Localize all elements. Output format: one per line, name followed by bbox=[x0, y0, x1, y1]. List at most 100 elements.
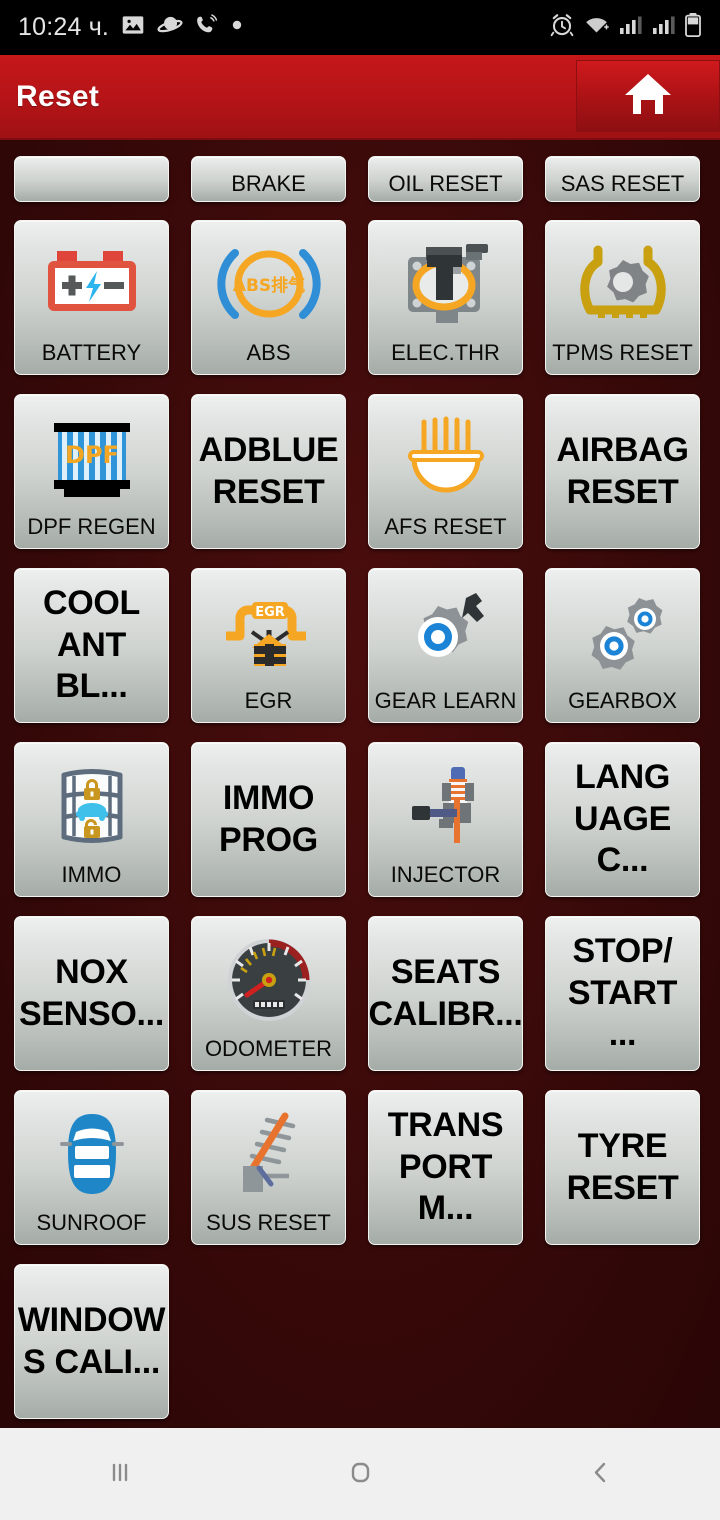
grid-cell: ABS排气 ABS bbox=[191, 220, 346, 375]
grid-cell: AFS RESET bbox=[368, 394, 523, 549]
immo-lock-icon bbox=[15, 743, 168, 863]
reset-button-sus-reset[interactable]: SUS RESET bbox=[191, 1090, 346, 1245]
reset-button-odometer[interactable]: ODOMETER bbox=[191, 916, 346, 1071]
reset-button-blank[interactable] bbox=[14, 156, 169, 202]
grid-row: DPF DPF REGEN ADBLUE RESET AFS RESET AIR… bbox=[14, 394, 706, 549]
button-text-line: SEATS bbox=[390, 953, 501, 992]
home-button[interactable] bbox=[576, 60, 720, 132]
grid-cell: ADBLUE RESET bbox=[191, 394, 346, 549]
reset-button-stop-start[interactable]: STOP/ START ... bbox=[545, 916, 700, 1071]
reset-button-language-change[interactable]: LANG UAGE C... bbox=[545, 742, 700, 897]
reset-button-sas-reset[interactable]: SAS RESET bbox=[545, 156, 700, 202]
reset-button-egr[interactable]: EGR EGR bbox=[191, 568, 346, 723]
throttle-body-icon bbox=[369, 221, 522, 341]
button-text: SEATS CALIBR... bbox=[368, 952, 523, 1035]
button-label: SUS RESET bbox=[206, 1209, 331, 1235]
recents-icon bbox=[103, 1455, 137, 1494]
reset-button-nox-sensor[interactable]: NOX SENSO... bbox=[14, 916, 169, 1071]
grid-cell: IMMO PROG bbox=[191, 742, 346, 897]
egr-valve-icon: EGR bbox=[192, 569, 345, 689]
reset-button-oil-reset[interactable]: OIL RESET bbox=[368, 156, 523, 202]
grid-cell: EGR EGR bbox=[191, 568, 346, 723]
grid-cell: IMMO bbox=[14, 742, 169, 897]
grid-cell: BATTERY bbox=[14, 220, 169, 375]
button-text-line: SENSO... bbox=[19, 994, 164, 1033]
signal-1-icon bbox=[618, 13, 643, 42]
button-text-line: CALIBR... bbox=[368, 994, 523, 1033]
reset-button-injector[interactable]: INJECTOR bbox=[368, 742, 523, 897]
home-button[interactable] bbox=[300, 1428, 420, 1520]
grid-cell: STOP/ START ... bbox=[545, 916, 700, 1071]
button-text-line: WINDOW bbox=[17, 1301, 166, 1340]
back-button[interactable] bbox=[540, 1428, 660, 1520]
svg-text:DPF: DPF bbox=[65, 441, 119, 469]
button-label: BRAKE bbox=[231, 170, 306, 196]
status-bar: 10:24 ч. bbox=[0, 0, 720, 55]
reset-button-coolant-bleed[interactable]: COOL ANT BL... bbox=[14, 568, 169, 723]
button-label: EGR bbox=[244, 687, 293, 713]
grid-row: COOL ANT BL... EGR EGR GEAR LEARN GEARBO… bbox=[14, 568, 706, 723]
reset-button-elec-thr[interactable]: ELEC.THR bbox=[368, 220, 523, 375]
tpms-icon bbox=[546, 221, 699, 341]
reset-button-abs[interactable]: ABS排气 ABS bbox=[191, 220, 346, 375]
grid-row: SUNROOF SUS RESET TRANS PORT M... TYRE R… bbox=[14, 1090, 706, 1245]
button-label: OIL RESET bbox=[388, 170, 503, 196]
status-bar-left: 10:24 ч. bbox=[18, 12, 549, 43]
button-text-line: TRANS bbox=[387, 1106, 504, 1145]
grid-cell: COOL ANT BL... bbox=[14, 568, 169, 723]
dpf-filter-icon: DPF bbox=[15, 395, 168, 515]
reset-button-windows-calibration[interactable]: WINDOW S CALI... bbox=[14, 1264, 169, 1419]
button-label: ELEC.THR bbox=[391, 339, 500, 365]
battery-icon bbox=[684, 12, 702, 43]
button-label: IMMO bbox=[61, 861, 122, 887]
reset-button-immo[interactable]: IMMO bbox=[14, 742, 169, 897]
grid-cell: BRAKE bbox=[191, 156, 346, 202]
grid-cell: ELEC.THR bbox=[368, 220, 523, 375]
grid-cell: TYRE RESET bbox=[545, 1090, 700, 1245]
svg-text:EGR: EGR bbox=[255, 605, 285, 620]
grid-row: BATTERY ABS排气 ABS ELEC.THR TPMS RESET bbox=[14, 220, 706, 375]
reset-button-brake[interactable]: BRAKE bbox=[191, 156, 346, 202]
reset-button-airbag-reset[interactable]: AIRBAG RESET bbox=[545, 394, 700, 549]
button-label: GEARBOX bbox=[568, 687, 677, 713]
alarm-icon bbox=[549, 12, 575, 43]
reset-button-immo-prog[interactable]: IMMO PROG bbox=[191, 742, 346, 897]
button-text: TRANS PORT M... bbox=[369, 1105, 522, 1229]
button-text-line: LANG bbox=[574, 758, 671, 797]
button-text-line: ADBLUE bbox=[198, 431, 339, 470]
reset-button-dpf-regen[interactable]: DPF DPF REGEN bbox=[14, 394, 169, 549]
button-text-line: ANT BL... bbox=[55, 625, 128, 706]
status-bar-right bbox=[549, 12, 702, 43]
grid-cell: SEATS CALIBR... bbox=[368, 916, 523, 1071]
grid-cell: AIRBAG RESET bbox=[545, 394, 700, 549]
reset-button-afs-reset[interactable]: AFS RESET bbox=[368, 394, 523, 549]
reset-button-tpms-reset[interactable]: TPMS RESET bbox=[545, 220, 700, 375]
grid-cell: NOX SENSO... bbox=[14, 916, 169, 1071]
reset-button-sunroof[interactable]: SUNROOF bbox=[14, 1090, 169, 1245]
reset-button-gear-learn[interactable]: GEAR LEARN bbox=[368, 568, 523, 723]
button-text: AIRBAG RESET bbox=[552, 430, 692, 513]
call-icon bbox=[194, 13, 219, 43]
reset-function-grid: BRAKE OIL RESET SAS RESET BATTERY ABS排气 … bbox=[0, 140, 720, 1427]
button-text-line: RESET bbox=[566, 472, 679, 511]
button-text-line: AIRBAG bbox=[556, 431, 689, 470]
button-text: NOX SENSO... bbox=[15, 952, 168, 1035]
planet-icon bbox=[157, 12, 183, 43]
button-text: COOL ANT BL... bbox=[15, 583, 168, 707]
reset-button-adblue-reset[interactable]: ADBLUE RESET bbox=[191, 394, 346, 549]
reset-button-transport-mode[interactable]: TRANS PORT M... bbox=[368, 1090, 523, 1245]
recents-button[interactable] bbox=[60, 1428, 180, 1520]
reset-button-tyre-reset[interactable]: TYRE RESET bbox=[545, 1090, 700, 1245]
grid-cell: TPMS RESET bbox=[545, 220, 700, 375]
grid-row: NOX SENSO... ODOMETER SEATS CALIBR... ST… bbox=[14, 916, 706, 1071]
reset-button-seats-calibration[interactable]: SEATS CALIBR... bbox=[368, 916, 523, 1071]
button-text-line: TYRE bbox=[577, 1127, 668, 1166]
button-text: ADBLUE RESET bbox=[195, 430, 343, 513]
home-icon bbox=[623, 71, 673, 122]
grid-cell: SUS RESET bbox=[191, 1090, 346, 1245]
grid-cell bbox=[14, 156, 169, 202]
reset-button-gearbox[interactable]: GEARBOX bbox=[545, 568, 700, 723]
reset-button-battery[interactable]: BATTERY bbox=[14, 220, 169, 375]
abs-bleed-icon: ABS排气 bbox=[192, 221, 345, 341]
button-text-line: NOX bbox=[55, 953, 128, 992]
